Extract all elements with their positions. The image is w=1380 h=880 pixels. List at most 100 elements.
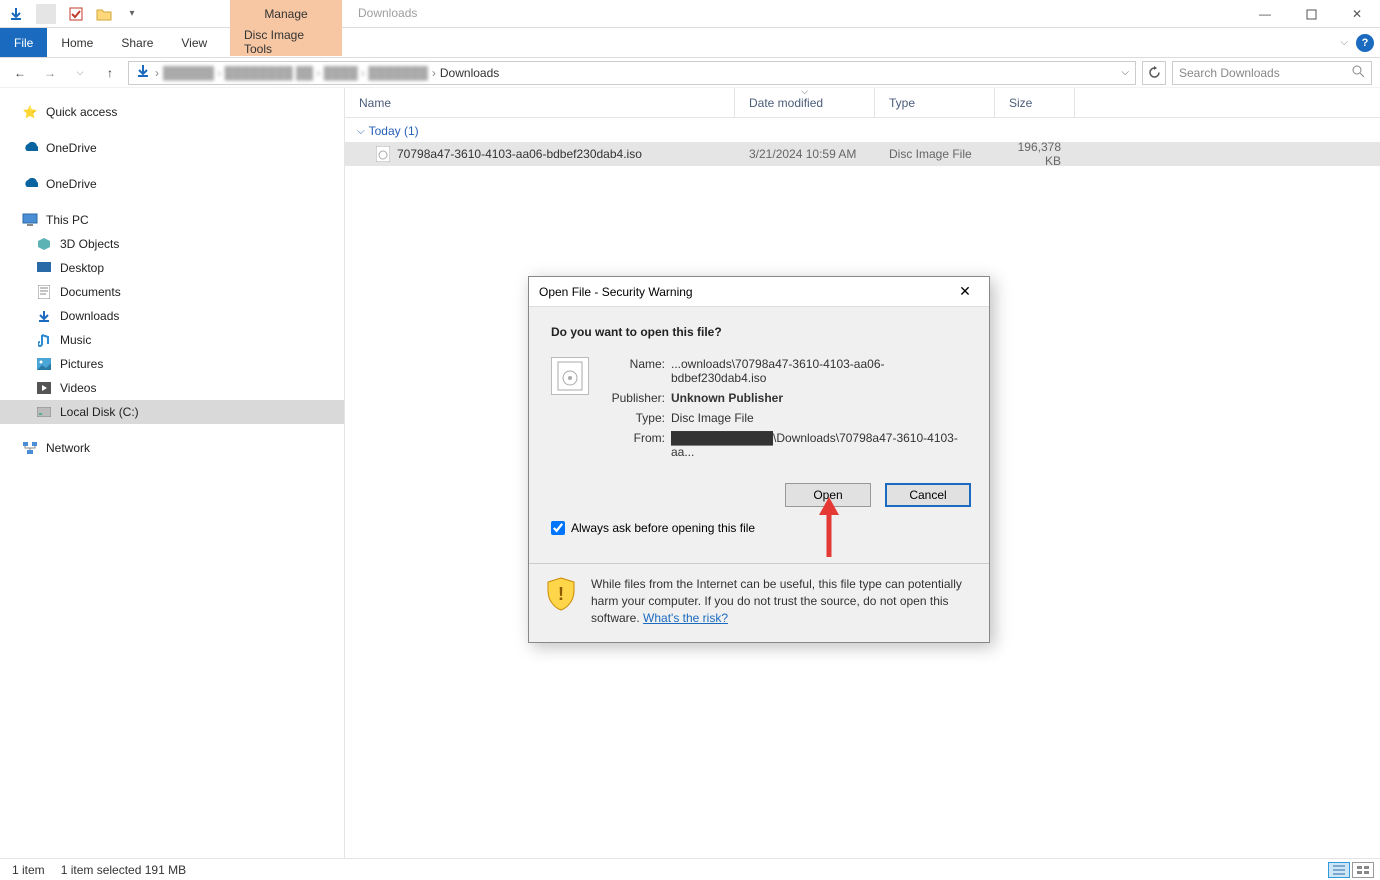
navigation-pane: ⭐ Quick access OneDrive OneDrive This PC… xyxy=(0,88,345,858)
nav-back-button[interactable]: ← xyxy=(8,61,32,85)
column-header-size[interactable]: Size xyxy=(995,88,1075,117)
nav-recent-dropdown[interactable]: ⌵ xyxy=(68,61,92,85)
search-placeholder: Search Downloads xyxy=(1179,66,1280,80)
dialog-label-name: Name: xyxy=(601,357,671,371)
svg-text:!: ! xyxy=(558,584,564,604)
close-button[interactable]: ✕ xyxy=(1334,0,1380,28)
qat-download-icon[interactable] xyxy=(6,4,26,24)
search-input[interactable]: Search Downloads xyxy=(1172,61,1372,85)
sidebar-item-downloads[interactable]: Downloads xyxy=(0,304,344,328)
sidebar-item-music[interactable]: Music xyxy=(0,328,344,352)
breadcrumb-separator: › xyxy=(432,66,436,80)
download-folder-icon xyxy=(135,63,151,82)
always-ask-checkbox[interactable]: Always ask before opening this file xyxy=(551,521,971,549)
qat-customize-icon[interactable]: ▾ xyxy=(122,4,142,24)
tab-home[interactable]: Home xyxy=(47,28,107,57)
title-bar: ▾ Manage Downloads — ✕ xyxy=(0,0,1380,28)
drive-icon xyxy=(36,404,52,420)
sidebar-label: This PC xyxy=(46,213,89,227)
always-ask-checkbox-input[interactable] xyxy=(551,521,565,535)
dialog-label-from: From: xyxy=(601,431,671,445)
sidebar-label: Videos xyxy=(60,381,96,395)
contextual-tab-header: Manage xyxy=(230,0,342,28)
file-date: 3/21/2024 10:59 AM xyxy=(735,147,875,161)
dialog-footer-message: While files from the Internet can be use… xyxy=(591,576,971,626)
cancel-button[interactable]: Cancel xyxy=(885,483,971,507)
sidebar-item-local-disk[interactable]: Local Disk (C:) xyxy=(0,400,344,424)
sidebar-label: Network xyxy=(46,441,90,455)
address-bar[interactable]: › ██████ › ████████ ██ › ████ › ███████ … xyxy=(128,61,1136,85)
file-row[interactable]: 70798a47-3610-4103-aa06-bdbef230dab4.iso… xyxy=(345,142,1380,166)
sidebar-label: Downloads xyxy=(60,309,119,323)
qat-properties-icon[interactable] xyxy=(66,4,86,24)
nav-up-button[interactable]: ↑ xyxy=(98,61,122,85)
breadcrumb-downloads[interactable]: Downloads xyxy=(440,66,499,80)
dialog-title: Open File - Security Warning xyxy=(539,285,693,299)
tab-disc-image-tools[interactable]: Disc Image Tools xyxy=(230,28,342,56)
status-bar: 1 item 1 item selected 191 MB xyxy=(0,858,1380,880)
group-label: Today (1) xyxy=(369,124,419,138)
sidebar-label: Documents xyxy=(60,285,121,299)
sidebar-label: Pictures xyxy=(60,357,103,371)
nav-forward-button[interactable]: → xyxy=(38,61,62,85)
sidebar-item-onedrive[interactable]: OneDrive xyxy=(0,172,344,196)
qat-folder-icon[interactable] xyxy=(94,4,114,24)
security-warning-dialog: Open File - Security Warning ✕ Do you wa… xyxy=(528,276,990,643)
dialog-value-from: ████████████\Downloads\70798a47-3610-410… xyxy=(671,431,971,459)
download-icon xyxy=(36,308,52,324)
file-size: 196,378 KB xyxy=(995,140,1075,168)
sidebar-item-documents[interactable]: Documents xyxy=(0,280,344,304)
sidebar-item-onedrive[interactable]: OneDrive xyxy=(0,136,344,160)
minimize-button[interactable]: — xyxy=(1242,0,1288,28)
sort-indicator-icon: ⌵ xyxy=(801,86,808,97)
dialog-question: Do you want to open this file? xyxy=(551,325,971,339)
sidebar-item-quick-access[interactable]: ⭐ Quick access xyxy=(0,100,344,124)
column-header-date[interactable]: ⌵Date modified xyxy=(735,88,875,117)
sidebar-label: OneDrive xyxy=(46,141,97,155)
ribbon-collapse-icon[interactable]: ⌵ xyxy=(1340,37,1348,48)
music-icon xyxy=(36,332,52,348)
tab-share[interactable]: Share xyxy=(107,28,167,57)
checkbox-label: Always ask before opening this file xyxy=(571,521,755,535)
column-header-type[interactable]: Type xyxy=(875,88,995,117)
sidebar-item-videos[interactable]: Videos xyxy=(0,376,344,400)
sidebar-item-network[interactable]: Network xyxy=(0,436,344,460)
view-details-button[interactable] xyxy=(1328,862,1350,878)
sidebar-label: Quick access xyxy=(46,105,117,119)
ribbon-tabs: File Home Share View Disc Image Tools ⌵ … xyxy=(0,28,1380,58)
qat-separator xyxy=(36,4,56,24)
chevron-down-icon: ⌵ xyxy=(357,126,365,137)
sidebar-item-desktop[interactable]: Desktop xyxy=(0,256,344,280)
tab-file[interactable]: File xyxy=(0,28,47,57)
videos-icon xyxy=(36,380,52,396)
network-icon xyxy=(22,440,38,456)
dialog-file-icon xyxy=(551,357,589,395)
dialog-close-button[interactable]: ✕ xyxy=(951,281,979,303)
dialog-value-type: Disc Image File xyxy=(671,411,971,425)
sidebar-label: Local Disk (C:) xyxy=(60,405,139,419)
documents-icon xyxy=(36,284,52,300)
address-dropdown-icon[interactable]: ⌵ xyxy=(1121,67,1129,78)
whats-the-risk-link[interactable]: What's the risk? xyxy=(643,611,728,625)
sidebar-item-pictures[interactable]: Pictures xyxy=(0,352,344,376)
tab-view[interactable]: View xyxy=(167,28,221,57)
cloud-icon xyxy=(22,140,38,156)
view-large-icons-button[interactable] xyxy=(1352,862,1374,878)
pc-icon xyxy=(22,212,38,228)
help-icon[interactable]: ? xyxy=(1356,34,1374,52)
sidebar-item-3d-objects[interactable]: 3D Objects xyxy=(0,232,344,256)
dialog-label-publisher: Publisher: xyxy=(601,391,671,405)
cloud-icon xyxy=(22,176,38,192)
refresh-button[interactable] xyxy=(1142,61,1166,85)
dialog-value-publisher: Unknown Publisher xyxy=(671,391,971,405)
search-icon xyxy=(1352,65,1365,81)
group-header-today[interactable]: ⌵ Today (1) xyxy=(345,118,1380,142)
dialog-value-name: ...ownloads\70798a47-3610-4103-aa06-bdbe… xyxy=(671,357,971,385)
file-name: 70798a47-3610-4103-aa06-bdbef230dab4.iso xyxy=(397,147,642,161)
maximize-button[interactable] xyxy=(1288,0,1334,28)
file-type: Disc Image File xyxy=(875,147,995,161)
open-button[interactable]: Open xyxy=(785,483,871,507)
breadcrumb-separator: › xyxy=(155,66,159,80)
sidebar-item-this-pc[interactable]: This PC xyxy=(0,208,344,232)
column-header-name[interactable]: Name xyxy=(345,88,735,117)
